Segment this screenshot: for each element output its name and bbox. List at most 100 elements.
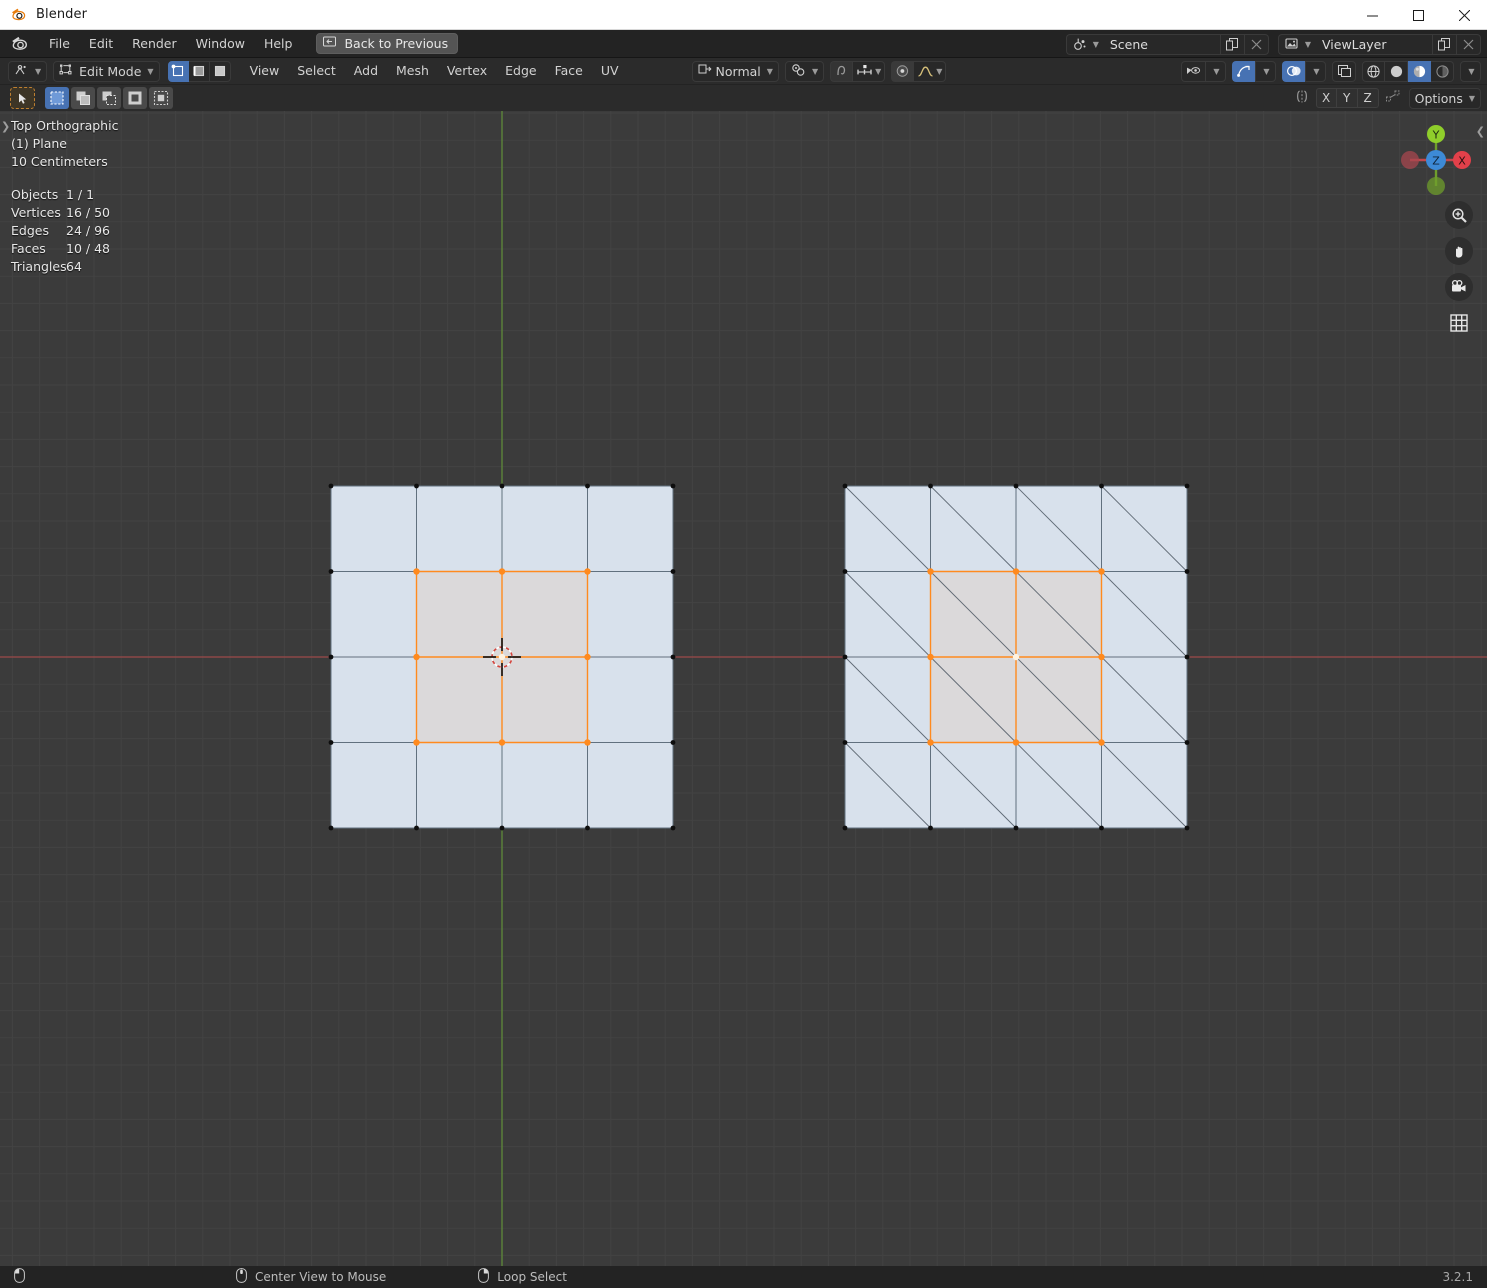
3d-viewport[interactable]: ❯ ❮ Top Orthographic (1) Plane 10 Centim… <box>0 111 1487 1266</box>
menu-render[interactable]: Render <box>123 34 186 54</box>
status-hint-left <box>14 1268 33 1286</box>
viewlayer-icon[interactable]: ▼ <box>1277 33 1314 55</box>
mirror-z-button[interactable]: Z <box>1357 88 1379 108</box>
close-button[interactable] <box>1441 0 1487 30</box>
status-hint-right: Loop Select <box>478 1268 567 1286</box>
open-sidebar-arrow-icon[interactable]: ❮ <box>1476 125 1485 138</box>
pivot-point-selector[interactable]: ▼ <box>784 60 825 82</box>
viewlayer-name[interactable]: ViewLayer <box>1314 33 1432 55</box>
topology-mirror-icon[interactable] <box>1385 89 1403 108</box>
viewport-menu-uv[interactable]: UV <box>592 61 628 81</box>
gizmo-chevron-down-icon[interactable]: ▼ <box>1255 60 1276 82</box>
viewlayer-new-button[interactable] <box>1432 33 1456 55</box>
svg-text:Y: Y <box>1432 129 1440 142</box>
orientation-icon <box>698 63 712 79</box>
visibility-chevron-down-icon[interactable]: ▼ <box>1205 60 1226 82</box>
screen-back-icon <box>323 36 337 52</box>
svg-text:X: X <box>1458 155 1466 168</box>
overlays-chevron-down-icon[interactable]: ▼ <box>1305 60 1326 82</box>
menu-help[interactable]: Help <box>255 34 302 54</box>
viewlayer-remove-button[interactable] <box>1456 33 1481 55</box>
viewport-header: ▼ Edit Mode ▼ View Select Add Mesh Verte… <box>0 58 1487 85</box>
face-select-mode-button[interactable] <box>209 60 231 82</box>
minimize-button[interactable] <box>1349 0 1395 30</box>
window-titlebar: Blender <box>0 0 1487 30</box>
select-intersect-button[interactable] <box>149 87 173 109</box>
right-mouse-icon <box>478 1268 490 1286</box>
transform-orientation-selector[interactable]: Normal ▼ <box>691 60 779 82</box>
pivot-icon <box>791 63 806 80</box>
menu-window[interactable]: Window <box>187 34 254 54</box>
viewport-menu-select[interactable]: Select <box>288 61 345 81</box>
show-gizmo-button[interactable] <box>1232 60 1255 82</box>
proportional-edit-toggle[interactable] <box>891 60 914 82</box>
snap-toggle-button[interactable] <box>830 60 853 82</box>
material-preview-shading-button[interactable] <box>1408 60 1431 82</box>
rendered-shading-button[interactable] <box>1431 60 1454 82</box>
status-hint-middle-label: Center View to Mouse <box>255 1270 387 1284</box>
viewport-menu-face[interactable]: Face <box>546 61 592 81</box>
edge-select-mode-button[interactable] <box>188 60 210 82</box>
maximize-button[interactable] <box>1395 0 1441 30</box>
mirror-x-button[interactable]: X <box>1315 88 1337 108</box>
mirror-icon <box>1294 89 1311 107</box>
edit-mode-icon <box>59 63 73 79</box>
viewport-menu-edge[interactable]: Edge <box>496 61 545 81</box>
tool-settings-header: X Y Z Options ▼ <box>0 85 1487 111</box>
svg-text:Z: Z <box>1432 155 1440 168</box>
wireframe-shading-button[interactable] <box>1362 60 1385 82</box>
pan-view-icon[interactable] <box>1445 237 1473 265</box>
back-to-previous-button[interactable]: Back to Previous <box>316 33 459 54</box>
navigation-gizmo[interactable]: Y X Z <box>1395 119 1477 204</box>
scene-unlink-button[interactable] <box>1243 33 1269 55</box>
back-to-previous-label: Back to Previous <box>344 36 449 51</box>
show-overlays-button[interactable] <box>1282 60 1305 82</box>
scene-icon[interactable]: ▼ <box>1065 33 1102 55</box>
select-extend-button[interactable] <box>71 87 95 109</box>
mode-selector[interactable]: Edit Mode ▼ <box>53 60 160 82</box>
solid-shading-button[interactable] <box>1385 60 1408 82</box>
viewport-menu-vertex[interactable]: Vertex <box>438 61 496 81</box>
active-tool-tweak-button[interactable] <box>10 87 35 109</box>
editor-type-button[interactable]: ▼ <box>8 60 48 82</box>
select-invert-button[interactable] <box>123 87 147 109</box>
snap-chevron-down-icon: ▼ <box>875 66 882 76</box>
toggle-orthographic-icon[interactable] <box>1445 309 1473 337</box>
app-menubar: File Edit Render Window Help Back to Pre… <box>0 30 1487 58</box>
scene-selector[interactable]: ▼ Scene <box>1065 33 1269 55</box>
viewlayer-selector[interactable]: ▼ ViewLayer <box>1277 33 1481 55</box>
shading-chevron-down-icon[interactable]: ▼ <box>1460 60 1481 82</box>
menu-edit[interactable]: Edit <box>80 34 122 54</box>
mirror-axis-group: X Y Z <box>1315 88 1379 108</box>
viewport-menu-add[interactable]: Add <box>345 61 387 81</box>
zoom-view-icon[interactable] <box>1445 201 1473 229</box>
object-visibility-button[interactable] <box>1181 60 1205 82</box>
viewport-menu-view[interactable]: View <box>241 61 289 81</box>
viewlayer-chevron-down-icon: ▼ <box>1304 39 1311 49</box>
scene-name[interactable]: Scene <box>1101 33 1220 55</box>
left-mouse-icon <box>14 1268 25 1286</box>
select-subtract-button[interactable] <box>97 87 121 109</box>
select-set-new-button[interactable] <box>45 87 69 109</box>
vertex-select-mode-button[interactable] <box>167 60 189 82</box>
mode-label: Edit Mode <box>79 63 142 79</box>
status-hint-right-label: Loop Select <box>497 1270 567 1284</box>
menu-file[interactable]: File <box>40 34 79 54</box>
proportional-falloff-selector[interactable]: ▼ <box>913 60 947 82</box>
toggle-xray-button[interactable] <box>1332 60 1356 82</box>
camera-view-icon[interactable] <box>1445 273 1473 301</box>
status-bar: Center View to Mouse Loop Select 3.2.1 <box>0 1266 1487 1288</box>
scene-new-button[interactable] <box>1219 33 1244 55</box>
shading-mode-group <box>1362 60 1454 82</box>
viewport-menu-mesh[interactable]: Mesh <box>387 61 438 81</box>
pivot-chevron-down-icon: ▼ <box>811 66 819 76</box>
select-mode-group <box>45 87 173 109</box>
snap-target-selector[interactable]: ▼ <box>852 60 886 82</box>
falloff-chevron-down-icon: ▼ <box>936 66 943 76</box>
blender-menu-icon[interactable] <box>10 34 29 53</box>
blender-logo-icon <box>10 6 27 23</box>
open-toolbar-arrow-icon[interactable]: ❯ <box>1 120 10 133</box>
options-dropdown[interactable]: Options ▼ <box>1408 87 1481 109</box>
mirror-y-button[interactable]: Y <box>1336 88 1358 108</box>
window-title: Blender <box>36 7 88 22</box>
